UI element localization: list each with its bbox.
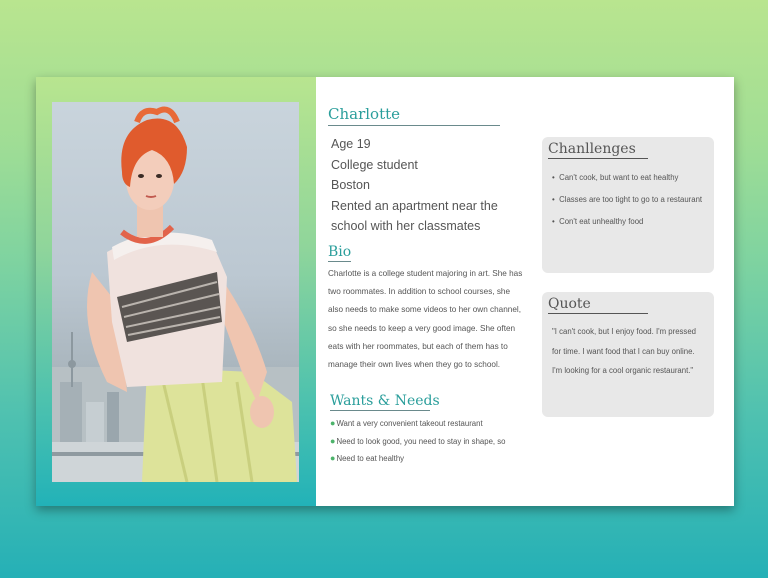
challenge-item: • Classes are too tight to go to a resta… bbox=[552, 189, 712, 211]
wants-item-text: Want a very convenient takeout restauran… bbox=[336, 419, 483, 428]
bio-line: eats with her roommates, but each of the… bbox=[328, 341, 508, 351]
wants-item: ●Need to look good, you need to stay in … bbox=[330, 433, 530, 451]
challenges-box: Chanllenges • Can't cook, but want to ea… bbox=[542, 137, 714, 273]
bio-line: two roommates. In addition to school cou… bbox=[328, 287, 511, 297]
bio-line: manage their own lives when they go to s… bbox=[328, 360, 501, 370]
persona-photo bbox=[52, 102, 299, 482]
quote-line: for time. I want food that I can buy onl… bbox=[552, 346, 695, 356]
persona-card: Charlotte Age 19 College student Boston … bbox=[36, 77, 734, 506]
challenges-list: • Can't cook, but want to eat healthy • … bbox=[552, 167, 712, 233]
profile-line-housing: Rented an apartment near the bbox=[331, 198, 498, 213]
wants-item-text: Need to look good, you need to stay in s… bbox=[336, 436, 506, 446]
bullet-icon: • bbox=[552, 195, 555, 204]
challenges-heading: Chanllenges bbox=[548, 141, 648, 159]
profile-details: Age 19 College student Boston Rented an … bbox=[331, 134, 531, 237]
bio-heading: Bio bbox=[328, 244, 352, 262]
challenge-item: • Con't eat unhealthy food bbox=[552, 211, 712, 233]
challenge-item-text: Classes are too tight to go to a restaur… bbox=[559, 195, 703, 204]
bullet-icon: • bbox=[552, 217, 555, 226]
wants-needs-heading: Wants & Needs bbox=[330, 393, 440, 411]
bio-line: Charlotte is a college student majoring … bbox=[328, 269, 523, 278]
wants-item: ●Need to eat healthy bbox=[330, 450, 530, 468]
profile-line-location: Boston bbox=[331, 178, 370, 192]
bullet-icon: • bbox=[552, 173, 555, 182]
quote-text: "I can't cook, but I enjoy food. I'm pre… bbox=[552, 322, 712, 381]
profile-line-housing-cont: school with her classmates bbox=[331, 219, 481, 233]
green-bullet-icon: ● bbox=[330, 453, 336, 463]
green-bullet-icon: ● bbox=[330, 418, 336, 428]
quote-heading: Quote bbox=[548, 296, 648, 314]
bio-line: also needs to make some videos to her ow… bbox=[328, 305, 521, 315]
card-right-panel: Charlotte Age 19 College student Boston … bbox=[316, 77, 734, 506]
profile-line-age: Age 19 bbox=[331, 137, 371, 151]
bio-line: so she needs to keep a very good image. … bbox=[328, 323, 516, 333]
wants-needs-list: ●Want a very convenient takeout restaura… bbox=[330, 415, 530, 468]
wants-item: ●Want a very convenient takeout restaura… bbox=[330, 415, 530, 433]
challenge-item-text: Con't eat unhealthy food bbox=[559, 217, 644, 226]
card-left-panel bbox=[36, 77, 316, 506]
portrait-illustration bbox=[52, 106, 299, 482]
quote-box: Quote "I can't cook, but I enjoy food. I… bbox=[542, 292, 714, 417]
challenge-item: • Can't cook, but want to eat healthy bbox=[552, 167, 712, 189]
challenge-item-text: Can't cook, but want to eat healthy bbox=[559, 173, 679, 182]
profile-line-occupation: College student bbox=[331, 157, 418, 172]
bio-text: Charlotte is a college student majoring … bbox=[328, 265, 526, 374]
quote-line: I'm looking for a cool organic restauran… bbox=[552, 366, 694, 375]
quote-line: "I can't cook, but I enjoy food. I'm pre… bbox=[552, 327, 696, 336]
wants-item-text: Need to eat healthy bbox=[336, 454, 405, 463]
persona-name: Charlotte bbox=[328, 105, 500, 126]
green-bullet-icon: ● bbox=[330, 435, 336, 446]
